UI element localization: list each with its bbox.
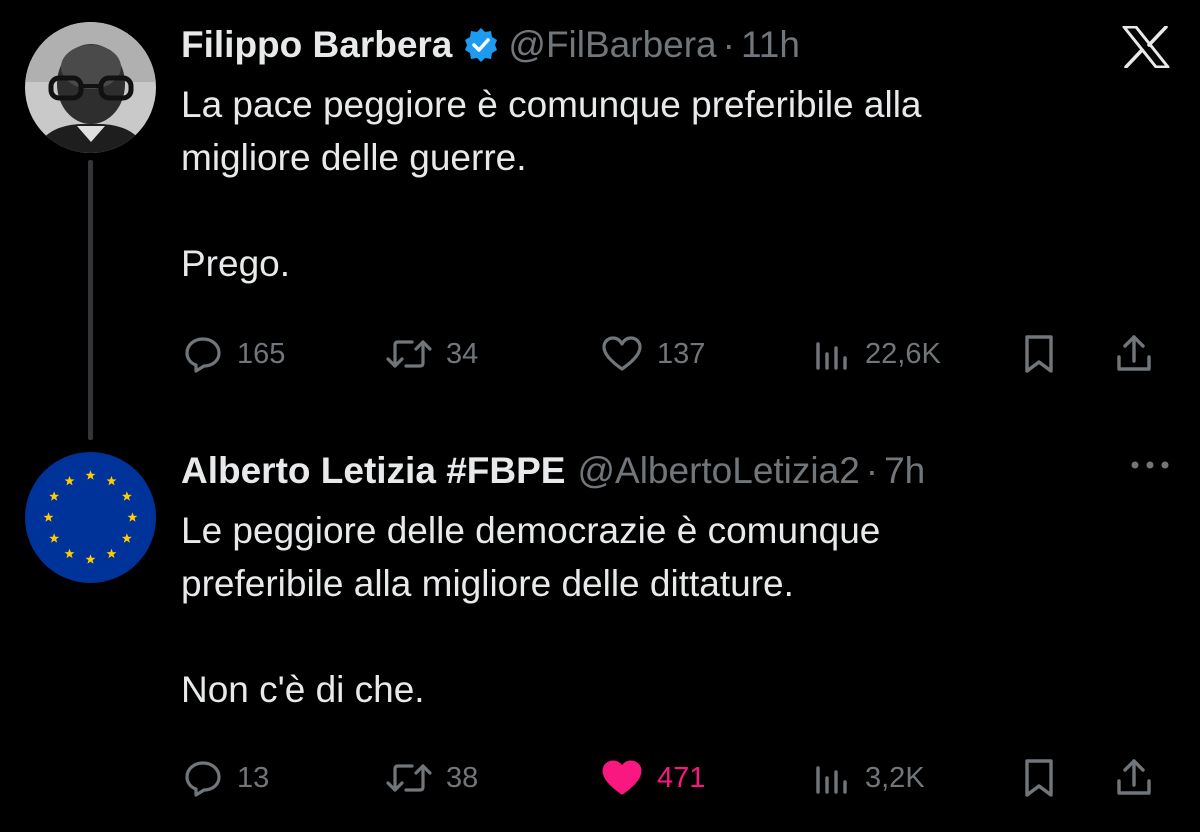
- user-photo-avatar-icon: [25, 22, 156, 153]
- like-button[interactable]: 471: [601, 753, 705, 803]
- more-options-icon[interactable]: [1128, 455, 1172, 475]
- retweet-button[interactable]: 34: [386, 329, 478, 379]
- bookmark-button[interactable]: [1021, 753, 1057, 803]
- tweet-text-line: Prego.: [181, 243, 291, 284]
- tweet-text: La pace peggiore è comunque preferibile …: [181, 78, 1141, 290]
- reply-count: 13: [237, 761, 270, 794]
- author-handle[interactable]: @AlbertoLetizia2: [577, 450, 859, 492]
- heart-icon: [602, 336, 642, 371]
- share-button[interactable]: [1114, 329, 1154, 379]
- tweet-text-line: Le peggiore delle democrazie è comunque: [181, 510, 881, 551]
- bookmark-icon: [1025, 759, 1053, 797]
- tweet-actions: 13 38 471 3,2K: [181, 753, 1170, 803]
- views-icon: [816, 766, 847, 794]
- eu-flag-avatar-icon: [25, 452, 156, 583]
- author-name[interactable]: Alberto Letizia #FBPE: [181, 450, 565, 492]
- tweet-text: Le peggiore delle democrazie è comunque …: [181, 504, 1141, 716]
- retweet-button[interactable]: 38: [386, 753, 478, 803]
- bookmark-icon: [1025, 335, 1053, 373]
- tweet-text-line: preferibile alla migliore delle dittatur…: [181, 563, 794, 604]
- timestamp[interactable]: 7h: [884, 450, 925, 492]
- retweet-icon: [386, 340, 432, 368]
- retweet-count: 38: [446, 761, 479, 794]
- tweet-actions: 165 34 137 22,6K: [181, 329, 1170, 379]
- like-count: 471: [657, 761, 706, 794]
- views-count: 22,6K: [865, 337, 941, 370]
- share-icon: [1117, 335, 1151, 371]
- retweet-icon: [386, 764, 432, 792]
- views-button[interactable]: 3,2K: [811, 753, 925, 803]
- like-count: 137: [657, 337, 706, 370]
- avatar[interactable]: [25, 452, 156, 583]
- reply-count: 165: [237, 337, 286, 370]
- tweet-header: Alberto Letizia #FBPE @AlbertoLetizia2 ·…: [181, 450, 925, 492]
- tweet-text-line: migliore delle guerre.: [181, 137, 527, 178]
- share-button[interactable]: [1114, 753, 1154, 803]
- tweet-text-line: La pace peggiore è comunque preferibile …: [181, 84, 922, 125]
- avatar[interactable]: [25, 22, 156, 153]
- reply-button[interactable]: 13: [183, 753, 269, 803]
- author-name[interactable]: Filippo Barbera: [181, 24, 452, 66]
- dot-separator: ·: [865, 450, 879, 491]
- tweet-alberto-letizia[interactable]: Alberto Letizia #FBPE @AlbertoLetizia2 ·…: [0, 440, 1200, 832]
- views-icon: [816, 342, 847, 370]
- share-icon: [1117, 759, 1151, 795]
- bookmark-button[interactable]: [1021, 329, 1057, 379]
- dot-separator: ·: [722, 24, 735, 65]
- tweet-text-blank-line: [181, 610, 1141, 663]
- tweet-header: Filippo Barbera @FilBarbera · 11h: [181, 24, 800, 66]
- like-button[interactable]: 137: [601, 329, 705, 379]
- retweet-count: 34: [446, 337, 479, 370]
- tweet-filippo-barbera[interactable]: Filippo Barbera @FilBarbera · 11h La pac…: [0, 0, 1200, 420]
- timestamp[interactable]: 11h: [741, 24, 800, 66]
- tweet-text-line: Non c'è di che.: [181, 669, 425, 710]
- reply-button[interactable]: 165: [183, 329, 285, 379]
- views-count: 3,2K: [865, 761, 925, 794]
- heart-filled-icon: [602, 760, 642, 795]
- tweet-text-blank-line: [181, 184, 1141, 237]
- author-handle[interactable]: @FilBarbera: [508, 24, 716, 66]
- reply-icon: [185, 761, 221, 797]
- views-button[interactable]: 22,6K: [811, 329, 941, 379]
- reply-icon: [185, 337, 221, 373]
- verified-badge-icon: [465, 28, 498, 62]
